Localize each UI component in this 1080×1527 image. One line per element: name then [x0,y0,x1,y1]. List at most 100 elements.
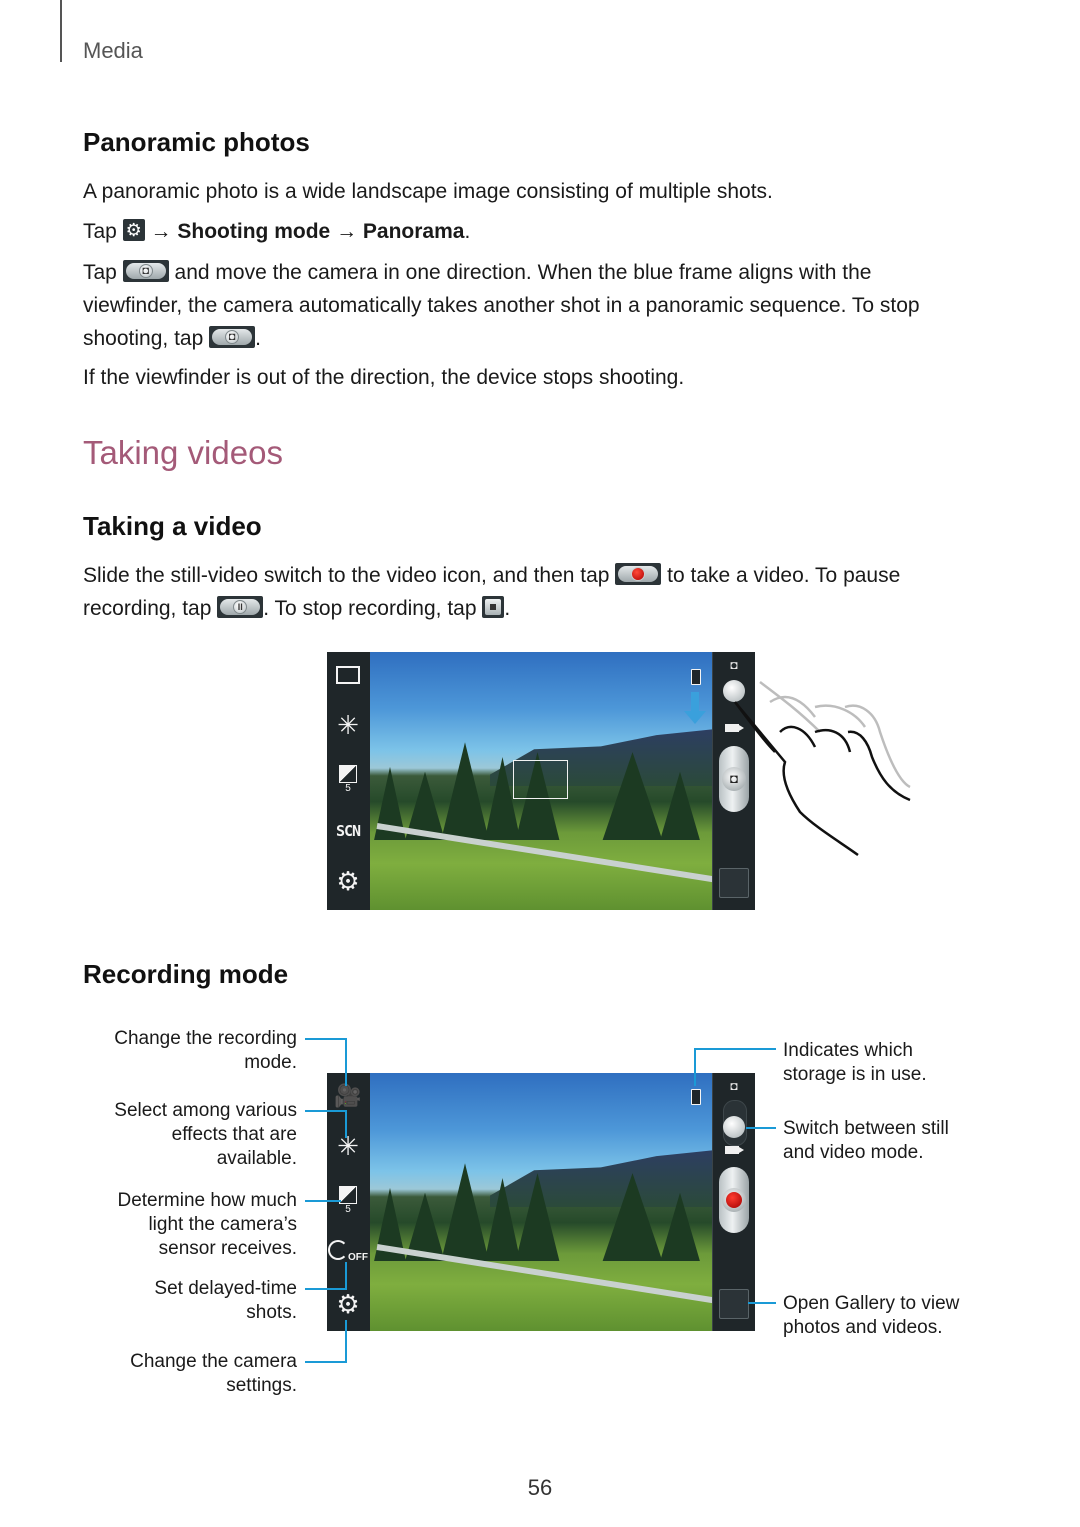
instruction-text: Slide the still-video switch to the vide… [83,564,610,587]
timer-icon[interactable]: OFF [327,1240,369,1263]
recording-mode-icon[interactable]: 🎥 [327,1083,369,1109]
callout-line: Change the recording [114,1028,297,1049]
taking-a-video-heading: Taking a video [83,511,262,541]
step-text: shooting, tap [83,327,204,350]
callout-line: Open Gallery to view [783,1293,960,1314]
callout-line: storage is in use. [783,1064,927,1085]
road-scenery [370,817,712,894]
callout-line: Select among various [114,1100,297,1121]
record-button[interactable] [719,1167,749,1233]
hand-gesture-illustration [734,681,911,857]
leader-line [305,1361,347,1363]
leader-line [305,1288,347,1290]
timer-label: OFF [348,1252,368,1263]
callout-line: sensor receives. [158,1238,297,1259]
settings-icon[interactable]: ⚙ [327,1289,369,1320]
leader-line [305,1038,347,1040]
hand-outline [734,701,911,857]
callout-line: Switch between still [783,1118,949,1139]
instruction-text: . To stop recording, tap [263,597,477,620]
callout-line: Set delayed-time [154,1278,297,1299]
exposure-icon[interactable]: 5 [327,765,369,795]
menu-shooting-mode: Shooting mode [177,220,331,243]
exposure-value: 5 [345,1204,351,1215]
callout-gallery: Open Gallery to view photos and videos. [783,1292,983,1340]
shooting-mode-icon[interactable] [327,666,369,684]
tap-word: Tap [83,220,117,243]
taking-video-instructions: Slide the still-video switch to the vide… [83,559,983,625]
callout-line: settings. [226,1375,297,1396]
leader-line [305,1200,341,1202]
menu-panorama: Panorama [362,220,465,243]
callout-storage: Indicates which storage is in use. [783,1039,983,1087]
leader-line [345,1262,347,1290]
record-icon [615,563,662,586]
leader-line [345,1320,347,1363]
stop-icon [482,596,505,619]
arrow: → [150,220,172,243]
callout-timer: Set delayed-time shots. [57,1277,297,1325]
road-scenery [370,1238,712,1315]
callout-line: Indicates which [783,1040,913,1061]
callout-line: shots. [246,1302,297,1323]
callout-line: effects that are [171,1124,297,1145]
step-text: and move the camera in one direction. Wh… [174,261,872,284]
settings-icon[interactable]: ⚙ [327,866,369,897]
leader-line [345,1038,347,1086]
period: . [504,597,511,620]
settings-gear-icon: ⚙ [122,219,145,242]
callout-line: Change the camera [130,1351,297,1372]
still-video-switch[interactable] [723,1116,745,1138]
callout-switch: Switch between still and video mode. [783,1117,983,1165]
period: . [464,220,471,243]
camera-mode-icon: ◘ [730,1079,738,1093]
panoramic-intro: A panoramic photo is a wide landscape im… [83,180,773,203]
camera-screen-panorama: ✳ 5 SCN ⚙ ◘ ◘ [327,652,755,910]
camera-shutter-icon: ◘ [122,260,169,283]
callout-line: available. [216,1148,297,1169]
page-number: 56 [527,1475,553,1500]
viewfinder [370,652,712,910]
gallery-thumbnail[interactable] [719,868,749,898]
effects-icon[interactable]: ✳ [327,710,369,741]
callout-line: Determine how much [117,1190,297,1211]
focus-frame [513,760,568,799]
callout-line: and video mode. [783,1142,924,1163]
effects-icon[interactable]: ✳ [327,1131,369,1162]
margin-rule [60,0,62,62]
arrow: → [336,220,358,243]
left-toolbar: ✳ 5 SCN ⚙ [327,652,369,910]
gallery-thumbnail[interactable] [719,1289,749,1319]
leader-line [694,1048,776,1050]
scene-mode-icon[interactable]: SCN [327,822,369,840]
tap-word: Tap [83,261,117,284]
callout-recording-mode: Change the recording mode. [57,1027,297,1075]
right-toolbar: ◘ [712,1073,755,1331]
video-mode-icon [725,1146,744,1154]
leader-line [345,1110,347,1138]
callout-line: photos and videos. [783,1317,943,1338]
taking-videos-heading: Taking videos [83,434,283,471]
camera-shutter-icon: ◘ [209,326,256,349]
storage-icon [691,1089,701,1105]
storage-icon [691,669,701,685]
callout-line: light the camera’s [148,1214,297,1235]
running-header: Media [83,38,143,63]
leader-line [748,1302,776,1304]
callout-effects: Select among various effects that are av… [57,1099,297,1171]
viewfinder [370,1073,712,1331]
panoramic-heading: Panoramic photos [83,127,310,157]
callout-settings: Change the camera settings. [57,1350,297,1398]
instruction-text: to take a video. To pause [667,564,901,587]
leader-line [694,1048,696,1086]
pause-icon: II [217,596,264,619]
instruction-text: recording, tap [83,597,212,620]
panoramic-note: If the viewfinder is out of the directio… [83,366,685,389]
camera-screen-recording: 🎥 ✳ 5 OFF ⚙ ◘ [327,1073,755,1331]
step-text: viewfinder, the camera automatically tak… [83,294,920,317]
swipe-down-arrow-icon [684,692,706,724]
panoramic-step-2: Tap ◘ and move the camera in one directi… [83,256,983,355]
exposure-value: 5 [345,783,351,794]
callout-exposure: Determine how much light the camera’s se… [57,1189,297,1261]
callout-line: mode. [244,1052,297,1073]
